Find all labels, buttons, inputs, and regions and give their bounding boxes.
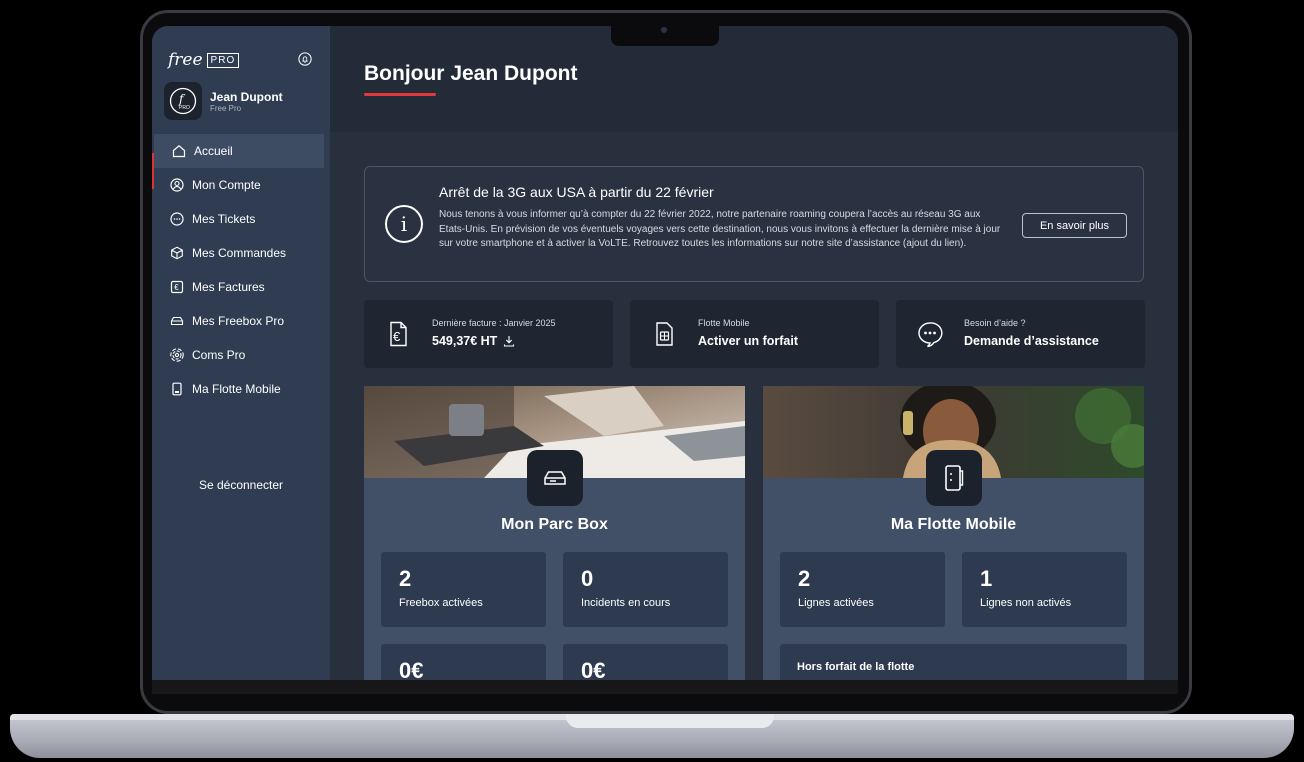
chat-bubble-icon — [918, 322, 943, 348]
user-circle-icon — [170, 178, 184, 192]
bell-icon[interactable] — [298, 52, 312, 66]
mobile-card-title: Ma Flotte Mobile — [890, 516, 1017, 533]
camera-notch — [611, 22, 719, 46]
assistance-request-link: Demande d’assistance — [964, 334, 1099, 348]
sidebar-item-mes-freebox-pro[interactable]: Mes Freebox Pro — [152, 304, 330, 338]
sidebar-item-label: Mes Tickets — [192, 212, 256, 226]
sidebar-item-label: Coms Pro — [192, 348, 246, 362]
learn-more-button[interactable]: En savoir plus — [1022, 213, 1127, 238]
stat-label: Lignes non activés — [980, 597, 1072, 609]
sidebar-item-coms-pro[interactable]: Coms Pro — [152, 338, 330, 372]
sidebar-item-label: Mes Freebox Pro — [192, 314, 285, 328]
stat-amount-2[interactable]: 0€ — [563, 644, 728, 680]
sidebar: free PRO f PRO Jean Dupont Free Pro Accue… — [152, 26, 330, 680]
box-park-card: Mon Parc Box 2 Freebox activées 0 Incide… — [364, 386, 745, 680]
last-invoice-amount: 549,37€ HT — [432, 334, 515, 348]
mobile-fleet-label: Flotte Mobile — [698, 318, 750, 328]
alert-body: Nous tenons à vous informer qu’à compter… — [439, 209, 1001, 249]
title-underline — [364, 93, 436, 96]
stat-freebox-activated[interactable]: 2 Freebox activées — [381, 552, 546, 627]
last-invoice-label: Dernière facture : Janvier 2025 — [432, 318, 556, 328]
box-card-title: Mon Parc Box — [501, 516, 608, 533]
mobile-fleet-card[interactable]: Flotte Mobile Activer un forfait — [630, 300, 879, 368]
alert-title: Arrêt de la 3G aux USA à partir du 22 fé… — [439, 184, 714, 200]
sidebar-item-mes-commandes[interactable]: Mes Commandes — [152, 236, 330, 270]
sidebar-nav: Accueil Mon Compte Mes Tickets Mes Comma… — [152, 134, 330, 406]
stat-label: Lignes activées — [798, 597, 874, 609]
info-alert: i Arrêt de la 3G aux USA à partir du 22 … — [364, 166, 1144, 282]
page-title: Bonjour Jean Dupont — [364, 62, 578, 85]
stat-value: 2 — [399, 566, 412, 591]
stat-value: 0€ — [581, 658, 606, 680]
euro-invoice-icon: € — [170, 280, 184, 294]
user-org: Free Pro — [210, 103, 242, 113]
svg-text:PRO: PRO — [179, 105, 190, 111]
freebox-icon-badge — [527, 450, 583, 506]
hinge-lip — [566, 714, 774, 728]
user-profile[interactable]: f PRO Jean Dupont Free Pro — [164, 82, 283, 120]
page-header: Bonjour Jean Dupont — [330, 26, 1178, 132]
logo-badge: PRO — [206, 52, 240, 68]
stat-value: 2 — [798, 566, 811, 591]
freebox-icon — [170, 316, 184, 326]
sidebar-item-label: Mes Factures — [192, 280, 265, 294]
mobile-fleet-overview-card: Ma Flotte Mobile 2 Lignes activées 1 Lig… — [763, 386, 1144, 680]
stat-lines-activated[interactable]: 2 Lignes activées — [780, 552, 945, 627]
logout-link[interactable]: Se déconnecter — [152, 478, 330, 492]
stat-incidents[interactable]: 0 Incidents en cours — [563, 552, 728, 627]
sim-card-icon — [656, 322, 673, 346]
screen: free PRO f PRO Jean Dupont Free Pro Accue… — [152, 26, 1178, 680]
camera-icon — [661, 27, 667, 33]
last-invoice-value: 549,37€ HT — [432, 334, 498, 348]
home-icon — [172, 145, 186, 158]
stat-value: 1 — [980, 566, 993, 591]
sidebar-item-ma-flotte-mobile[interactable]: Ma Flotte Mobile — [152, 372, 330, 406]
svg-text:€: € — [393, 329, 401, 344]
help-label: Besoin d’aide ? — [964, 318, 1026, 328]
download-icon[interactable] — [503, 335, 515, 347]
phone-icon — [945, 465, 964, 491]
help-card[interactable]: Besoin d’aide ? Demande d’assistance — [896, 300, 1145, 368]
activate-plan-link: Activer un forfait — [698, 334, 799, 348]
logo-text: free — [168, 50, 203, 70]
sidebar-item-label: Accueil — [194, 144, 233, 158]
info-icon: i — [385, 205, 423, 243]
stat-label: Freebox activées — [399, 597, 483, 609]
user-name: Jean Dupont — [210, 89, 283, 104]
sidebar-item-accueil[interactable]: Accueil — [154, 134, 324, 168]
svg-text:f: f — [178, 92, 186, 106]
stat-lines-not-activated[interactable]: 1 Lignes non activés — [962, 552, 1127, 627]
sidebar-item-mon-compte[interactable]: Mon Compte — [152, 168, 330, 202]
stat-value: 0 — [581, 566, 594, 591]
out-of-plan-panel[interactable]: Hors forfait de la flotte — [780, 644, 1127, 680]
laptop-base — [10, 714, 1294, 758]
phone-icon — [172, 382, 182, 396]
sidebar-item-label: Mon Compte — [192, 178, 261, 192]
stat-label: Incidents en cours — [581, 597, 671, 609]
box-icon — [171, 246, 183, 260]
sidebar-item-mes-tickets[interactable]: Mes Tickets — [152, 202, 330, 236]
free-pro-logo[interactable]: free PRO — [168, 50, 240, 70]
freebox-icon — [544, 471, 566, 485]
euro-invoice-icon: € — [390, 321, 407, 347]
stat-amount-1[interactable]: 0€ — [381, 644, 546, 680]
stat-value: 0€ — [399, 658, 424, 680]
svg-text:€: € — [174, 283, 179, 292]
last-invoice-card[interactable]: € Dernière facture : Janvier 2025 549,37… — [364, 300, 613, 368]
avatar: f PRO — [164, 82, 202, 120]
signal-icon — [170, 348, 184, 362]
chat-bubble-icon — [170, 212, 184, 226]
dashboard-content: i Arrêt de la 3G aux USA à partir du 22 … — [330, 132, 1178, 680]
mobile-icon-badge — [926, 450, 982, 506]
sidebar-item-label: Ma Flotte Mobile — [192, 382, 281, 396]
bottom-bezel — [152, 680, 1178, 694]
out-of-plan-label: Hors forfait de la flotte — [797, 661, 915, 673]
sidebar-item-mes-factures[interactable]: € Mes Factures — [152, 270, 330, 304]
main-area: Bonjour Jean Dupont i Arrêt de la 3G aux… — [330, 26, 1178, 680]
sidebar-item-label: Mes Commandes — [192, 246, 287, 260]
